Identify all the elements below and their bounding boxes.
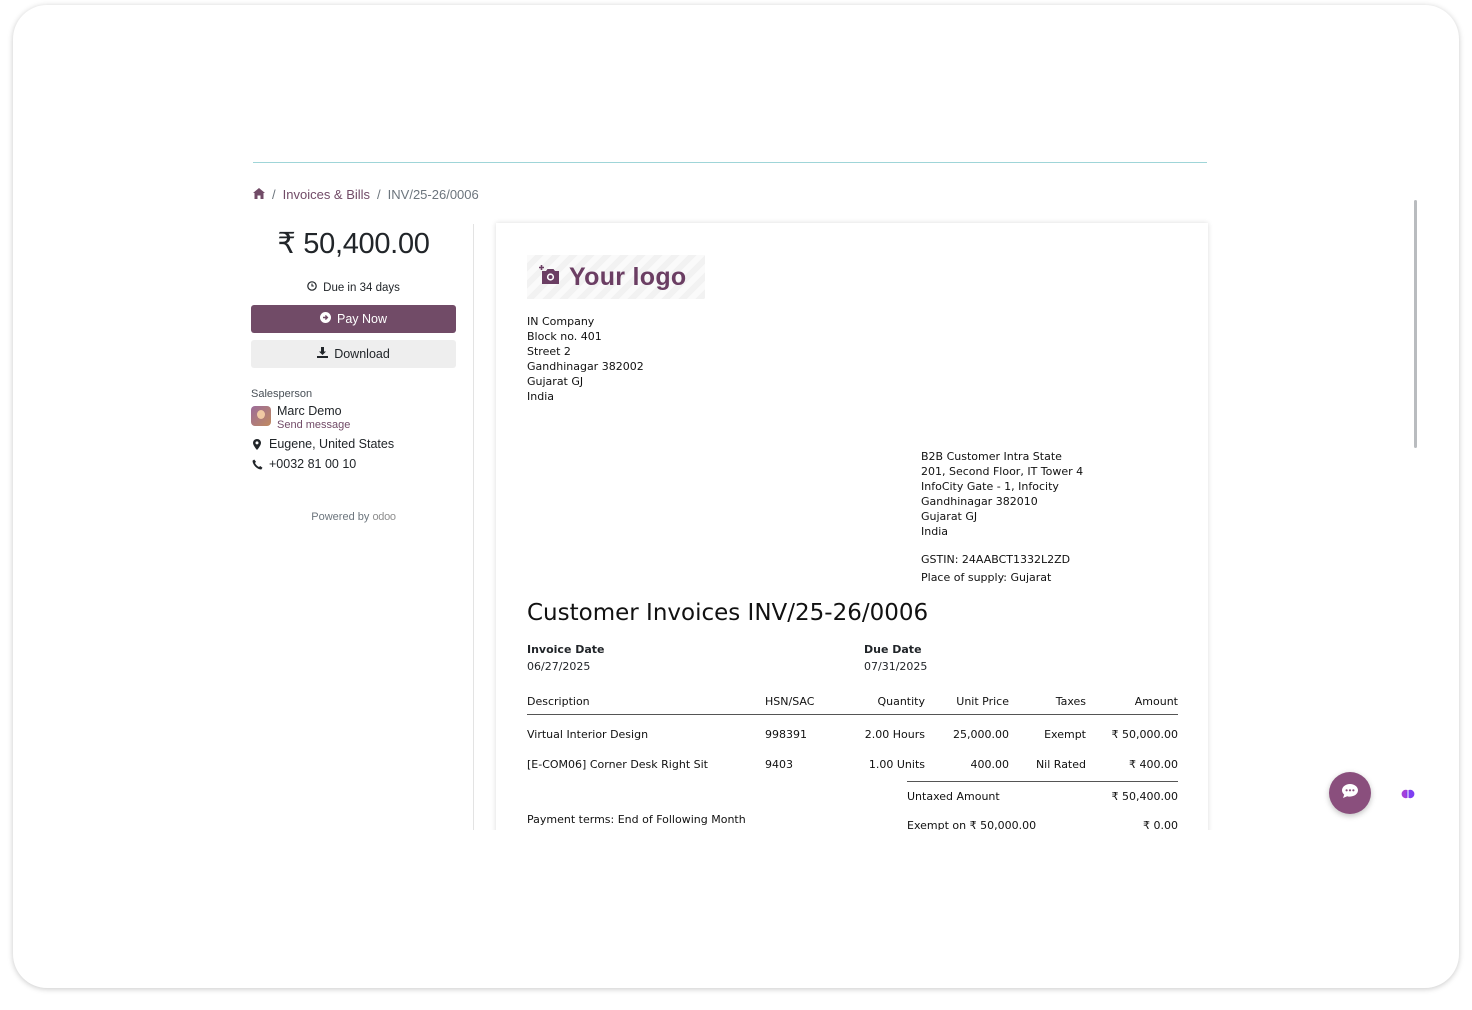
invoice-date-block: Invoice Date 06/27/2025 (527, 641, 605, 675)
untaxed-value: ₹ 50,400.00 (1111, 790, 1178, 803)
download-icon (317, 347, 329, 361)
location-row: Eugene, United States (251, 437, 456, 451)
column-header-hsn: HSN/SAC (765, 695, 837, 715)
customer-address-line: InfoCity Gate - 1, Infocity (921, 480, 1059, 493)
sidebar-divider (473, 224, 474, 830)
exempt-label: Exempt on ₹ 50,000.00 (907, 819, 1037, 830)
map-marker-icon (251, 438, 263, 450)
breadcrumb: / Invoices & Bills / INV/25-26/0006 (253, 187, 479, 202)
column-header-unit-price: Unit Price (925, 695, 1009, 715)
untaxed-row: Untaxed Amount ₹ 50,400.00 (907, 782, 1178, 811)
logo-text: Your logo (569, 262, 687, 291)
table-header-row: Description HSN/SAC Quantity Unit Price … (527, 695, 1178, 715)
line-amount: ₹ 400.00 (1129, 757, 1178, 771)
invoice-date-label: Invoice Date (527, 643, 605, 656)
odoo-logo[interactable]: odoo (372, 511, 396, 523)
breadcrumb-invoices-link[interactable]: Invoices & Bills (283, 187, 370, 202)
due-date-block: Due Date 07/31/2025 (864, 641, 927, 675)
download-button[interactable]: Download (251, 340, 456, 368)
line-taxes: Nil Rated (1035, 757, 1086, 771)
table-row: [E-COM06] Corner Desk Right Sit 9403 1.0… (527, 749, 1178, 779)
column-header-taxes: Taxes (1009, 695, 1086, 715)
sidebar: ₹ 50,400.00 Due in 34 days Pay Now Downl… (251, 220, 456, 523)
customer-address-line: India (921, 525, 948, 538)
invoice-title: Customer Invoices INV/25-26/0006 (527, 600, 929, 626)
company-address-line: Gujarat GJ (527, 375, 584, 388)
line-unit-price: 25,000.00 (953, 727, 1009, 741)
company-address: IN Company Block no. 401 Street 2 Gandhi… (527, 314, 644, 404)
due-status: Due in 34 days (251, 281, 456, 294)
line-quantity: 1.00 Units (868, 757, 925, 771)
phone-text: +0032 81 00 10 (269, 457, 357, 471)
invoice-date-value: 06/27/2025 (527, 660, 591, 673)
header-divider (253, 162, 1207, 163)
salesperson-card: Marc Demo Send message (251, 404, 456, 431)
line-quantity: 2.00 Hours (864, 727, 925, 741)
column-header-amount: Amount (1086, 695, 1178, 715)
customer-address-line: Gujarat GJ (921, 510, 978, 523)
table-row: Virtual Interior Design 998391 2.00 Hour… (527, 715, 1178, 750)
arrow-circle-right-icon (319, 312, 331, 326)
avatar (251, 406, 271, 426)
breadcrumb-separator: / (377, 187, 381, 202)
column-header-quantity: Quantity (837, 695, 925, 715)
download-label: Download (334, 347, 390, 361)
column-header-description: Description (527, 695, 765, 715)
exempt-row: Exempt on ₹ 50,000.00 ₹ 0.00 (907, 811, 1178, 830)
invoice-lines-table: Description HSN/SAC Quantity Unit Price … (527, 695, 1178, 779)
customer-gstin: GSTIN: 24AABCT1332L2ZD (921, 553, 1071, 566)
location-text: Eugene, United States (269, 437, 395, 451)
home-icon[interactable] (253, 187, 265, 202)
invoice-document: Your logo IN Company Block no. 401 Stree… (496, 223, 1208, 830)
breadcrumb-separator: / (272, 187, 276, 202)
untaxed-label: Untaxed Amount (907, 790, 1000, 803)
camera-plus-icon (539, 265, 561, 289)
line-description: Virtual Interior Design (527, 727, 649, 741)
totals-block: Untaxed Amount ₹ 50,400.00 Exempt on ₹ 5… (907, 781, 1178, 830)
page-viewport: / Invoices & Bills / INV/25-26/0006 ₹ 50… (13, 5, 1459, 830)
customer-address-line: Gandhinagar 382010 (921, 495, 1038, 508)
company-address-line: Street 2 (527, 345, 571, 358)
powered-by-text: Powered by (311, 511, 370, 523)
send-message-link[interactable]: Send message (277, 419, 350, 431)
line-unit-price: 400.00 (970, 757, 1010, 771)
payment-terms: Payment terms: End of Following Month (527, 813, 746, 826)
powered-by: Powered by odoo (251, 511, 456, 523)
amount-due: ₹ 50,400.00 (277, 228, 430, 260)
window-frame: / Invoices & Bills / INV/25-26/0006 ₹ 50… (13, 5, 1459, 988)
company-address-line: India (527, 390, 554, 403)
company-address-line: Block no. 401 (527, 330, 602, 343)
assistant-button[interactable] (1395, 783, 1421, 809)
breadcrumb-current: INV/25-26/0006 (387, 187, 479, 202)
line-amount: ₹ 50,000.00 (1111, 727, 1178, 741)
customer-address-line: B2B Customer Intra State (921, 450, 1062, 463)
due-date-label: Due Date (864, 643, 922, 656)
company-logo: Your logo (527, 255, 705, 299)
scrollbar-thumb[interactable] (1414, 200, 1417, 448)
line-hsn: 998391 (765, 727, 807, 741)
exempt-value: ₹ 0.00 (1143, 819, 1178, 830)
chat-bubble-icon (1341, 783, 1359, 804)
place-of-supply: Place of supply: Gujarat (921, 571, 1052, 584)
pay-now-button[interactable]: Pay Now (251, 305, 456, 333)
due-date-value: 07/31/2025 (864, 660, 928, 673)
brain-icon (1401, 787, 1415, 806)
phone-icon (251, 459, 263, 470)
clock-icon (307, 281, 317, 294)
line-description: [E-COM06] Corner Desk Right Sit (527, 757, 708, 771)
customer-address: B2B Customer Intra State 201, Second Flo… (921, 449, 1083, 585)
due-text: Due in 34 days (323, 281, 400, 294)
company-address-line: IN Company (527, 315, 595, 328)
pay-now-label: Pay Now (336, 312, 388, 326)
salesperson-label: Salesperson (251, 388, 313, 400)
line-hsn: 9403 (765, 757, 793, 771)
salesperson-name: Marc Demo (277, 404, 342, 418)
customer-address-line: 201, Second Floor, IT Tower 4 (921, 465, 1084, 478)
line-taxes: Exempt (1044, 727, 1086, 741)
company-address-line: Gandhinagar 382002 (527, 360, 644, 373)
phone-row: +0032 81 00 10 (251, 457, 456, 471)
livechat-button[interactable] (1329, 772, 1371, 814)
